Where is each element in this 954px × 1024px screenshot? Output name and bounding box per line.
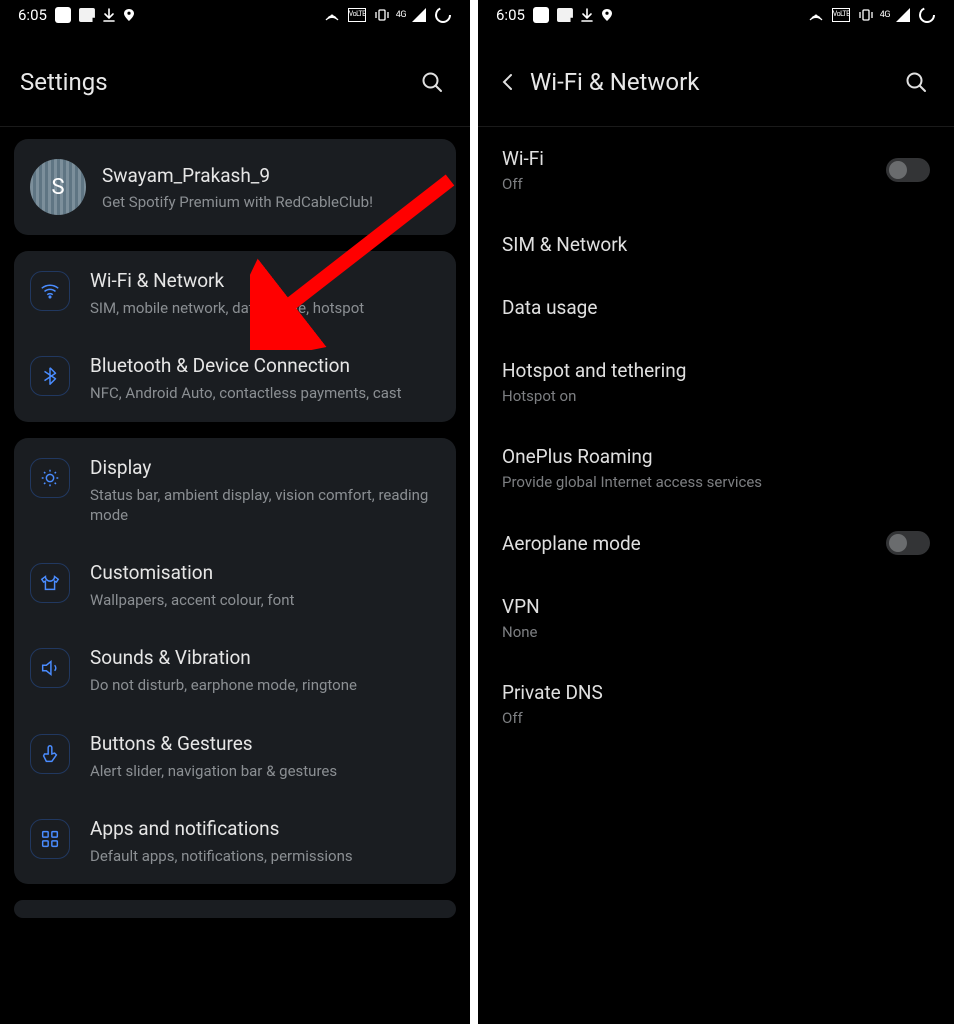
row-sub: Wallpapers, accent colour, font	[90, 590, 440, 610]
signal-icon	[412, 8, 426, 22]
row-title: Sounds & Vibration	[90, 646, 440, 669]
row-title: Customisation	[90, 561, 440, 584]
volte-icon: VoLTE	[348, 8, 366, 22]
status-time: 6:05	[496, 6, 525, 24]
row-sub: Hotspot on	[502, 387, 930, 405]
aeroplane-toggle[interactable]	[886, 531, 930, 555]
row-title: OnePlus Roaming	[502, 445, 930, 468]
network-4g-label: 4G	[880, 10, 890, 20]
page-title: Settings	[20, 68, 414, 96]
row-title: VPN	[502, 595, 930, 618]
wifi-icon	[30, 271, 70, 311]
account-card[interactable]: S Swayam_Prakash_9 Get Spotify Premium w…	[14, 139, 456, 235]
row-title: Display	[90, 456, 440, 479]
page-title: Wi-Fi & Network	[530, 68, 898, 96]
row-title: Apps and notifications	[90, 817, 440, 840]
sound-icon	[30, 648, 70, 688]
status-time: 6:05	[18, 6, 47, 24]
row-title: Aeroplane mode	[502, 532, 872, 555]
avatar: S	[30, 159, 86, 215]
settings-content: S Swayam_Prakash_9 Get Spotify Premium w…	[0, 127, 470, 1024]
vibrate-icon	[858, 8, 872, 22]
row-sub: SIM, mobile network, data usage, hotspot	[90, 298, 440, 318]
settings-row-apps[interactable]: Apps and notifications Default apps, not…	[14, 799, 456, 884]
download-icon	[581, 8, 593, 22]
search-button[interactable]	[898, 64, 934, 100]
row-title: Hotspot and tethering	[502, 359, 930, 382]
settings-group-device: Display Status bar, ambient display, vis…	[14, 438, 456, 885]
row-sim-network[interactable]: SIM & Network	[478, 213, 954, 276]
row-title: SIM & Network	[502, 233, 930, 256]
spinner-icon	[918, 6, 936, 24]
download-icon	[103, 8, 115, 22]
row-title: Wi-Fi	[502, 147, 872, 170]
header: Wi-Fi & Network	[478, 30, 954, 127]
network-content: Wi-Fi Off SIM & Network Data usage Hotsp…	[478, 127, 954, 1024]
status-bar: 6:05 VoLTE 4G	[0, 0, 470, 30]
settings-group-network: Wi-Fi & Network SIM, mobile network, dat…	[14, 251, 456, 422]
hotspot-icon	[808, 8, 824, 22]
row-title: Data usage	[502, 296, 930, 319]
image-icon	[79, 8, 95, 22]
settings-row-sounds[interactable]: Sounds & Vibration Do not disturb, earph…	[14, 628, 456, 713]
settings-row-display[interactable]: Display Status bar, ambient display, vis…	[14, 438, 456, 544]
row-sub: Off	[502, 709, 930, 727]
bluetooth-icon	[30, 356, 70, 396]
settings-group-next	[14, 900, 456, 918]
hotspot-icon	[324, 8, 340, 22]
row-sub: Alert slider, navigation bar & gestures	[90, 761, 440, 781]
shirt-icon	[30, 563, 70, 603]
gesture-icon	[30, 734, 70, 774]
row-private-dns[interactable]: Private DNS Off	[478, 661, 954, 747]
row-title: Private DNS	[502, 681, 930, 704]
row-wifi[interactable]: Wi-Fi Off	[478, 127, 954, 213]
wifi-toggle[interactable]	[886, 158, 930, 182]
row-sub: Default apps, notifications, permissions	[90, 846, 440, 866]
image-icon	[557, 8, 573, 22]
row-sub: Off	[502, 175, 872, 193]
row-hotspot[interactable]: Hotspot and tethering Hotspot on	[478, 339, 954, 425]
row-data-usage[interactable]: Data usage	[478, 276, 954, 339]
status-bar: 6:05 VoLTE 4G	[478, 0, 954, 30]
row-title: Buttons & Gestures	[90, 732, 440, 755]
screen-settings: 6:05 VoLTE 4G Settings	[0, 0, 470, 1024]
display-icon	[30, 458, 70, 498]
search-icon	[904, 70, 928, 94]
vibrate-icon	[374, 8, 388, 22]
back-button[interactable]	[492, 66, 524, 98]
row-sub: Provide global Internet access services	[502, 473, 930, 491]
settings-row-customisation[interactable]: Customisation Wallpapers, accent colour,…	[14, 543, 456, 628]
location-icon	[601, 8, 613, 22]
network-4g-label: 4G	[396, 10, 406, 20]
row-sub: None	[502, 623, 930, 641]
header: Settings	[0, 30, 470, 127]
screen-wifi-network: 6:05 VoLTE 4G	[478, 0, 954, 1024]
status-app-icon	[55, 7, 71, 23]
account-name: Swayam_Prakash_9	[102, 164, 373, 187]
row-vpn[interactable]: VPN None	[478, 575, 954, 661]
search-icon	[420, 70, 444, 94]
settings-row-wifi-network[interactable]: Wi-Fi & Network SIM, mobile network, dat…	[14, 251, 456, 336]
chevron-left-icon	[498, 72, 518, 92]
account-sub: Get Spotify Premium with RedCableClub!	[102, 193, 373, 211]
row-roaming[interactable]: OnePlus Roaming Provide global Internet …	[478, 425, 954, 511]
row-aeroplane[interactable]: Aeroplane mode	[478, 511, 954, 575]
row-title: Bluetooth & Device Connection	[90, 354, 440, 377]
settings-row-bluetooth[interactable]: Bluetooth & Device Connection NFC, Andro…	[14, 336, 456, 421]
row-sub: Status bar, ambient display, vision comf…	[90, 485, 440, 526]
row-sub: NFC, Android Auto, contactless payments,…	[90, 383, 440, 403]
status-app-icon	[533, 7, 549, 23]
apps-icon	[30, 819, 70, 859]
row-title: Wi-Fi & Network	[90, 269, 440, 292]
volte-icon: VoLTE	[832, 8, 850, 22]
signal-icon	[896, 8, 910, 22]
spinner-icon	[434, 6, 452, 24]
row-sub: Do not disturb, earphone mode, ringtone	[90, 675, 440, 695]
settings-row-buttons[interactable]: Buttons & Gestures Alert slider, navigat…	[14, 714, 456, 799]
location-icon	[123, 8, 135, 22]
search-button[interactable]	[414, 64, 450, 100]
